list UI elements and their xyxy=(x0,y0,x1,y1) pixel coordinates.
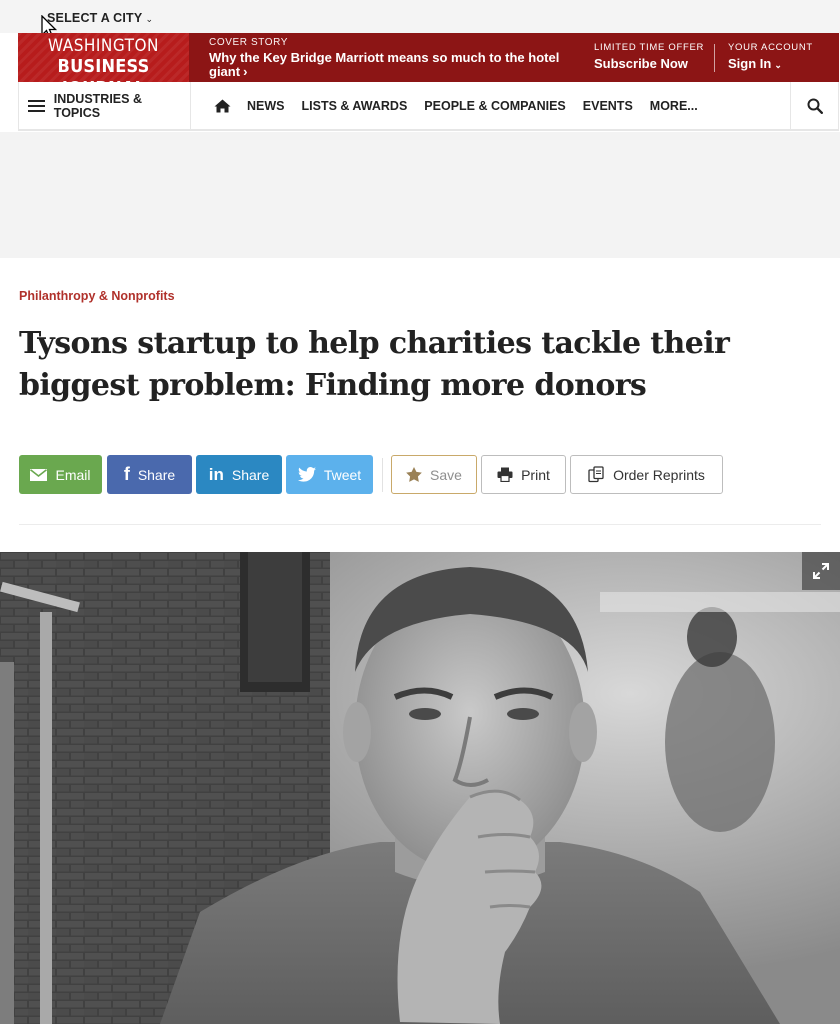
cover-story-headline: Why the Key Bridge Marriott means so muc… xyxy=(209,50,560,79)
nav-item-lists-awards[interactable]: LISTS & AWARDS xyxy=(302,99,408,113)
nav-item-events[interactable]: EVENTS xyxy=(583,99,633,113)
offer-label: LIMITED TIME OFFER xyxy=(594,42,705,53)
main-nav: INDUSTRIES & TOPICS NEWS LISTS & AWARDS … xyxy=(18,82,839,131)
email-share-label: Email xyxy=(55,466,91,483)
nav-links: NEWS LISTS & AWARDS PEOPLE & COMPANIES E… xyxy=(214,82,715,129)
limited-offer: LIMITED TIME OFFER Subscribe Now xyxy=(594,42,704,71)
nav-item-news[interactable]: NEWS xyxy=(247,99,285,113)
sign-in-label: Sign In xyxy=(728,56,772,71)
account-label: YOUR ACCOUNT xyxy=(728,42,813,53)
city-select[interactable]: SELECT A CITY ⌄ xyxy=(47,11,153,25)
save-button[interactable]: Save xyxy=(391,455,477,494)
linkedin-share-label: Share xyxy=(231,466,270,483)
twitter-share-label: Tweet xyxy=(323,466,362,483)
twitter-bird-icon xyxy=(297,467,316,482)
search-icon xyxy=(807,98,823,114)
subscribe-link[interactable]: Subscribe Now xyxy=(594,56,704,71)
facebook-share-button[interactable]: f Share xyxy=(107,455,192,494)
masthead: WASHINGTON BUSINESS JOURNAL COVER STORY … xyxy=(18,33,839,99)
chevron-down-icon: ⌄ xyxy=(774,60,782,70)
industries-topics-menu[interactable]: INDUSTRIES & TOPICS xyxy=(19,82,191,129)
sign-in-link[interactable]: Sign In ⌄ xyxy=(728,56,813,71)
ad-slot xyxy=(0,132,840,258)
chevron-down-icon: ⌄ xyxy=(145,13,154,24)
city-bar: SELECT A CITY ⌄ xyxy=(0,0,840,39)
star-icon xyxy=(406,467,422,482)
order-reprints-button[interactable]: Order Reprints xyxy=(570,455,723,494)
section-divider xyxy=(19,524,821,525)
account-menu: YOUR ACCOUNT Sign In ⌄ xyxy=(728,42,813,71)
search-button[interactable] xyxy=(790,82,838,129)
city-select-label: SELECT A CITY xyxy=(47,11,143,25)
facebook-share-label: Share xyxy=(137,466,176,483)
masthead-divider xyxy=(714,44,715,72)
order-reprints-label: Order Reprints xyxy=(613,466,705,483)
article-lead-photo[interactable] xyxy=(0,552,840,1024)
twitter-share-button[interactable]: Tweet xyxy=(286,455,373,494)
reprints-icon xyxy=(588,466,604,483)
cover-story-link[interactable]: Why the Key Bridge Marriott means so muc… xyxy=(209,51,584,79)
envelope-icon xyxy=(30,468,48,481)
linkedin-share-button[interactable]: in Share xyxy=(196,455,282,494)
home-icon[interactable] xyxy=(214,99,231,113)
printer-icon xyxy=(497,467,513,482)
portrait-photo xyxy=(0,552,840,1024)
facebook-icon: f xyxy=(123,464,130,484)
nav-item-people-companies[interactable]: PEOPLE & COMPANIES xyxy=(424,99,565,113)
print-button[interactable]: Print xyxy=(481,455,566,494)
linkedin-icon: in xyxy=(208,464,224,484)
chevron-right-icon: › xyxy=(243,64,248,79)
article-category[interactable]: Philanthropy & Nonprofits xyxy=(19,289,175,303)
cover-story: COVER STORY Why the Key Bridge Marriott … xyxy=(209,37,584,79)
hamburger-icon xyxy=(28,99,45,112)
share-divider xyxy=(382,458,383,492)
industries-topics-label: INDUSTRIES & TOPICS xyxy=(53,91,142,120)
print-label: Print xyxy=(521,466,550,483)
email-share-button[interactable]: Email xyxy=(19,455,102,494)
cover-story-label: COVER STORY xyxy=(209,37,289,48)
save-label: Save xyxy=(430,466,462,483)
logo-line-1: WASHINGTON xyxy=(48,36,159,56)
nav-item-more[interactable]: MORE... xyxy=(650,99,698,113)
expand-photo-button[interactable] xyxy=(802,552,840,590)
site-logo[interactable]: WASHINGTON BUSINESS JOURNAL xyxy=(18,33,189,99)
article-headline: Tysons startup to help charities tackle … xyxy=(19,326,730,403)
expand-icon xyxy=(813,563,829,579)
